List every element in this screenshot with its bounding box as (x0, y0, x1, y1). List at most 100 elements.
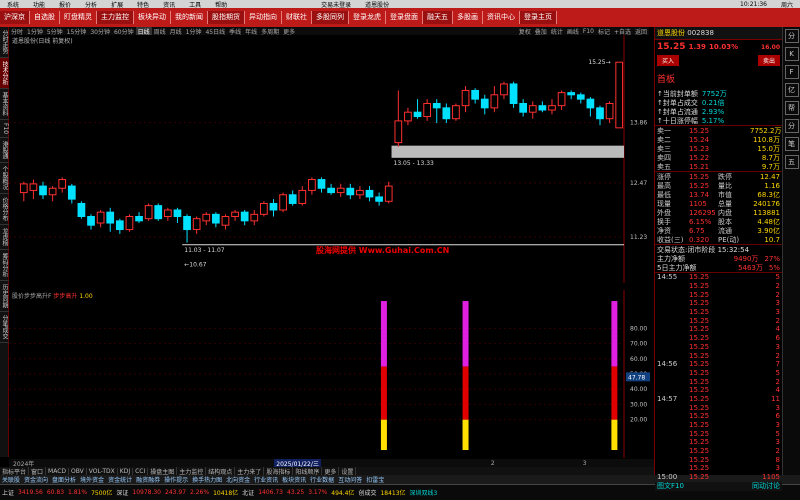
tick-price: 15.25 (689, 325, 710, 334)
side-button-4[interactable]: 帮 (784, 101, 799, 115)
chart-tool-4[interactable]: F10 (581, 28, 596, 35)
toolbar-button-10[interactable]: 登录龙虎 (349, 11, 386, 24)
ask-price: 15.23 (689, 144, 710, 153)
candle-body (221, 216, 230, 226)
indicator-param: 步步高升 (53, 293, 78, 300)
sell-button[interactable]: 卖出 (757, 55, 780, 66)
bottom-tab-3[interactable]: 境外资金 (78, 475, 106, 484)
stat-value: 6.75 (689, 226, 705, 235)
left-tab-8[interactable]: 筹码分析 (0, 250, 9, 282)
left-tab-5[interactable]: 个股概况 (0, 163, 9, 195)
bottom-tab-1[interactable]: 资金流向 (22, 475, 50, 484)
left-tab-1[interactable]: 技术分析 (0, 58, 9, 89)
tick-volume: 3 (775, 464, 780, 473)
left-tab-2[interactable]: 基本资料 (0, 89, 9, 120)
side-button-6[interactable]: 笔 (784, 137, 799, 151)
bottom-tab-9[interactable]: 行业资讯 (252, 475, 280, 484)
toolbar-button-4[interactable]: 板块异动 (134, 11, 171, 24)
toolbar-button-0[interactable]: 沪深京 (0, 11, 30, 24)
indicator-name[interactable]: 股价步步高升F (12, 293, 51, 300)
tick-volume: 4 (775, 386, 780, 395)
bottom-tab-12[interactable]: 互动问答 (336, 475, 364, 484)
bottom-tab-11[interactable]: 行业数据 (308, 475, 336, 484)
ask-row[interactable]: 卖五 15.21 9.7万 (655, 162, 782, 171)
stat-value-2: 68.3亿 (757, 190, 780, 199)
toolbar-button-8[interactable]: 财联社 (282, 11, 312, 24)
bottom-tab-2[interactable]: 盘面分析 (50, 475, 78, 484)
tick-price: 15.25 (689, 412, 710, 421)
indicator-tab-6[interactable]: CCI (133, 467, 149, 475)
bottom-tab-0[interactable]: 关联股 (0, 475, 22, 484)
toolbar-button-6[interactable]: 股指期货 (208, 11, 245, 24)
indicator-tick-label: 40.00 (630, 386, 647, 393)
side-button-2[interactable]: F (784, 65, 799, 79)
bz-percent: 3.17% (308, 489, 328, 496)
candle-body (336, 187, 345, 194)
tick-volume: 2 (775, 282, 780, 291)
candle-body (452, 105, 460, 120)
tick-volume: 7 (775, 360, 780, 369)
indicator-tab-4[interactable]: VOL-TDX (87, 467, 118, 475)
bottom-tab-13[interactable]: 扣雷宝 (364, 475, 386, 484)
indicator-chart[interactable]: 80.0070.0060.0050.0040.0030.0020.0047.78 (9, 290, 654, 458)
toolbar-button-13[interactable]: 多股画 (453, 11, 483, 24)
toolbar-button-14[interactable]: 资讯中心 (483, 11, 520, 24)
tick-volume: 5 (775, 429, 780, 438)
side-button-1[interactable]: K (784, 47, 799, 61)
indicator-control-bar: 指标平台 窗口 MACD OBV VOL-TDX KDJ CCI 操盘主图 主力监控 结构观点 主力… (0, 466, 654, 476)
side-button-0[interactable]: 分 (784, 29, 799, 43)
left-tab-3[interactable]: F10 (0, 120, 9, 139)
tick-price: 15.25 (689, 421, 710, 430)
tick-volume: 5 (775, 273, 780, 282)
flow-label: 5日主力净额 (657, 263, 697, 272)
left-tab-9[interactable]: 历史同期 (0, 281, 9, 313)
indicator-tab-5[interactable]: KDJ (118, 467, 134, 475)
side-buttons: 分KF亿帮分笔五 (782, 27, 800, 475)
toolbar-button-1[interactable]: 自选股 (30, 11, 60, 24)
toolbar-button-7[interactable]: 异动指向 (245, 11, 282, 24)
stat-value: 13.74 (689, 190, 710, 199)
note-value: 0.21倍 (701, 98, 725, 107)
toolbar-button-15[interactable]: 登录主页 (520, 11, 557, 24)
candle-body (538, 105, 547, 111)
left-tab-4[interactable]: 港股通 (0, 138, 9, 164)
stat-value: 15.25 (689, 172, 710, 181)
discussion-link[interactable]: 同动讨论 (752, 481, 780, 491)
tick-volume: 2 (775, 351, 780, 360)
tick-row: 15.25 3 (655, 403, 782, 412)
bottom-tab-4[interactable]: 资金统计 (106, 475, 134, 484)
toolbar-button-11[interactable]: 登录盘面 (386, 11, 423, 24)
toolbar-button-12[interactable]: 融天五 (423, 11, 453, 24)
side-button-3[interactable]: 亿 (784, 83, 799, 97)
clock: 10:21:36 (740, 0, 767, 8)
buy-button[interactable]: 买入 (657, 55, 680, 66)
indicator-tab-2[interactable]: MACD (46, 467, 70, 475)
bottom-tab-6[interactable]: 操作提示 (162, 475, 190, 484)
left-tab-10[interactable]: 分笔成交 (0, 312, 9, 344)
indicator-tab-3[interactable]: OBV (69, 467, 87, 475)
bottom-tab-10[interactable]: 板块资讯 (280, 475, 308, 484)
bottom-tab-8[interactable]: 北向资金 (224, 475, 252, 484)
left-tab-6[interactable]: 价格分布 (0, 194, 9, 226)
toolbar-button-3[interactable]: 主力监控 (97, 11, 134, 24)
sh-amount: 7500亿 (91, 490, 113, 497)
candle-body (567, 92, 576, 96)
left-tab-0[interactable]: 分时走势 (0, 27, 9, 58)
candle-body (519, 103, 528, 113)
candle-body (125, 216, 134, 231)
f10-link[interactable]: 图文F10 (657, 481, 684, 491)
tick-volume: 3 (775, 342, 780, 351)
left-tab-7[interactable]: 龙虎榜 (0, 225, 9, 251)
tick-volume: 2 (775, 290, 780, 299)
side-button-5[interactable]: 分 (784, 119, 799, 133)
toolbar-button-5[interactable]: 我的新闻 (171, 11, 208, 24)
connection-info[interactable]: 深圳双线3 (408, 488, 440, 497)
bottom-tab-7[interactable]: 换手热力图 (190, 475, 224, 484)
stat-value: 126295 (689, 208, 716, 217)
bottom-tab-5[interactable]: 融资融券 (134, 475, 162, 484)
sh-percent: 1.81% (68, 489, 88, 496)
toolbar-button-2[interactable]: 盯盘精灵 (60, 11, 97, 24)
toolbar-button-9[interactable]: 多股同列 (312, 11, 349, 24)
side-button-7[interactable]: 五 (784, 155, 799, 169)
flow-list: 主力净额 9490万 27% 5日主力净额 5463万 5% (655, 254, 782, 272)
